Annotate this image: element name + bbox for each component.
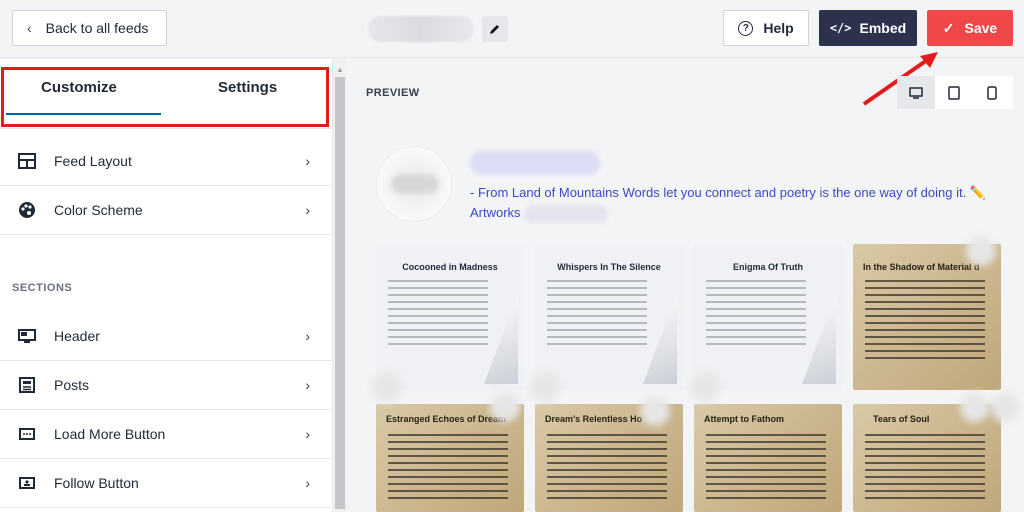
sidebar-item-color-scheme[interactable]: Color Scheme › (0, 186, 332, 235)
back-to-feeds-button[interactable]: ‹ Back to all feeds (12, 10, 167, 46)
help-button[interactable]: ? Help (723, 10, 809, 46)
blurred-overlay (966, 236, 996, 266)
tablet-icon (948, 85, 960, 100)
chevron-left-icon: ‹ (27, 20, 32, 36)
post-title: Attempt to Fathom (704, 414, 784, 424)
checkmark-icon: ✓ (942, 19, 955, 36)
chevron-right-icon: › (305, 426, 310, 442)
sidebar-item-feed-layout[interactable]: Feed Layout › (0, 137, 332, 186)
sidebar-item-label: Color Scheme (54, 202, 143, 218)
question-icon: ? (738, 20, 754, 36)
help-label: Help (763, 20, 794, 36)
sidebar-item-posts[interactable]: Posts › (0, 361, 332, 410)
desktop-view-button[interactable] (897, 76, 935, 109)
device-toggle (897, 76, 1013, 109)
sidebar-item-header[interactable]: Header › (0, 312, 332, 361)
mobile-view-button[interactable] (973, 76, 1011, 109)
profile-bio: - From Land of Mountains Words let you c… (470, 183, 1000, 223)
back-button-label: Back to all feeds (45, 20, 149, 36)
post-card[interactable]: Whispers In The Silence (535, 244, 683, 390)
blurred-overlay (960, 392, 990, 422)
desktop-icon (909, 86, 923, 99)
post-title: Whispers In The Silence (557, 262, 661, 272)
embed-button[interactable]: </> Embed (819, 10, 917, 46)
sidebar-item-load-more-button[interactable]: Load More Button › (0, 410, 332, 459)
customizer-sidebar: Customize Settings Feed Layout › Color S… (0, 59, 332, 512)
blurred-overlay (690, 372, 720, 402)
chevron-right-icon: › (305, 202, 310, 218)
blurred-overlay (640, 396, 670, 426)
posts-icon (17, 375, 37, 395)
blurred-overlay (372, 372, 402, 402)
follow-icon (17, 473, 37, 493)
post-card[interactable]: Cocooned in Madness (376, 244, 524, 390)
grid-layout-icon (17, 151, 37, 171)
load-more-icon (17, 424, 37, 444)
profile-avatar[interactable] (376, 146, 452, 222)
sidebar-item-follow-button[interactable]: Follow Button › (0, 459, 332, 508)
chevron-right-icon: › (305, 153, 310, 169)
sidebar-tabs: Customize Settings (0, 59, 332, 129)
scroll-up-arrow-icon[interactable]: ▲ (336, 65, 344, 74)
chevron-right-icon: › (305, 377, 310, 393)
save-label: Save (964, 20, 998, 36)
bio-text: - From Land of Mountains Words let you c… (470, 185, 986, 200)
save-button[interactable]: ✓ Save (927, 10, 1013, 46)
sidebar-item-label: Follow Button (54, 475, 139, 491)
palette-icon (17, 200, 37, 220)
sidebar-item-label: Header (54, 328, 100, 344)
edit-feed-name-button[interactable] (482, 16, 508, 42)
blurred-overlay (530, 372, 560, 402)
post-card[interactable]: Attempt to Fathom (694, 404, 842, 512)
scroll-thumb[interactable] (335, 77, 345, 509)
chevron-right-icon: › (305, 475, 310, 491)
sidebar-item-label: Posts (54, 377, 90, 393)
pencil-icon (490, 25, 499, 34)
blurred-overlay (490, 392, 520, 422)
tablet-view-button[interactable] (935, 76, 973, 109)
post-title: Enigma Of Truth (732, 262, 803, 272)
profile-name-blurred (470, 151, 600, 175)
sections-heading: SECTIONS (12, 282, 73, 294)
preview-heading: PREVIEW (366, 87, 420, 99)
chevron-right-icon: › (305, 328, 310, 344)
embed-label: Embed (859, 20, 907, 36)
bio-text-2: Artworks (470, 205, 521, 220)
post-title: Cocooned in Madness (402, 262, 498, 272)
header-icon (17, 326, 37, 346)
bio-blurred-text (524, 204, 609, 223)
sidebar-item-label: Feed Layout (54, 153, 132, 169)
code-icon: </> (829, 21, 852, 35)
feed-name-blurred (368, 16, 474, 42)
sidebar-scrollbar[interactable]: ▲ (332, 59, 347, 512)
tabs-highlight-annotation (1, 67, 329, 127)
blurred-overlay (990, 392, 1020, 422)
mobile-icon (987, 85, 997, 100)
sidebar-item-label: Load More Button (54, 426, 166, 442)
post-card[interactable]: Enigma Of Truth (694, 244, 842, 390)
